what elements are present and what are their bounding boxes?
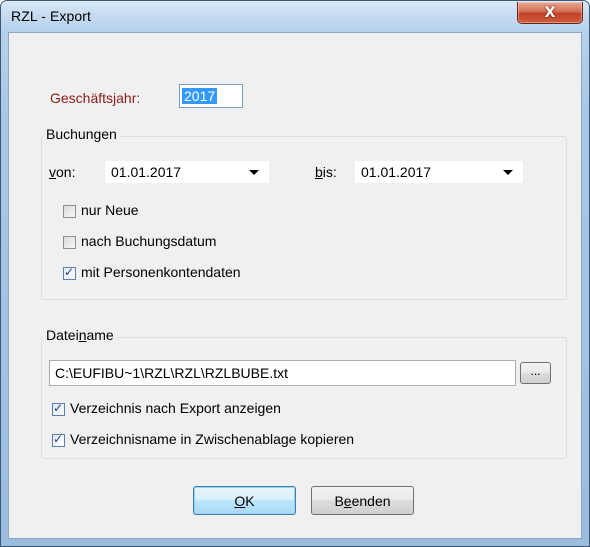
checkmark-icon: ✓ (53, 401, 64, 415)
zwischenablage-kopieren-label: Verzeichnisname in Zwischenablage kopier… (70, 431, 355, 447)
window-title: RZL - Export (11, 8, 92, 24)
browse-button-label: ... (530, 364, 541, 378)
close-icon: X (544, 4, 556, 21)
chevron-down-icon (249, 170, 259, 175)
mit-personenkontendaten-checkbox[interactable]: ✓ (63, 265, 76, 280)
nach-buchungsdatum-label: nach Buchungsdatum (81, 233, 217, 249)
bis-date-dropdown[interactable]: 01.01.2017 (354, 160, 524, 184)
ok-button-label: OK (234, 492, 255, 509)
von-date-dropdown[interactable]: 01.01.2017 (104, 160, 270, 184)
geschaeftsjahr-value: 2017 (182, 88, 218, 104)
verzeichnis-anzeigen-checkbox[interactable]: ✓ (52, 401, 65, 416)
ok-button[interactable]: OK (193, 486, 296, 515)
von-label: von: (49, 164, 76, 180)
verzeichnis-anzeigen-label: Verzeichnis nach Export anzeigen (70, 400, 281, 416)
von-date-value: 01.01.2017 (111, 164, 182, 180)
zwischenablage-kopieren-checkbox[interactable]: ✓ (52, 432, 65, 447)
checkmark-icon: ✓ (53, 432, 64, 446)
buchungen-legend: Buchungen (43, 126, 120, 142)
geschaeftsjahr-input[interactable]: 2017 (179, 84, 243, 108)
title-bar[interactable]: RZL - Export X (1, 1, 589, 32)
mit-personenkontendaten-label: mit Personenkontendaten (81, 264, 241, 280)
close-button[interactable]: X (517, 2, 583, 24)
beenden-button-label: Beenden (334, 492, 391, 509)
dateiname-path: C:\EUFIBU~1\RZL\RZL\RZLBUBE.txt (55, 365, 288, 381)
nach-buchungsdatum-checkbox[interactable] (63, 236, 76, 249)
dateiname-legend: Dateiname (43, 327, 117, 343)
dateiname-input[interactable]: C:\EUFIBU~1\RZL\RZL\RZLBUBE.txt (49, 360, 516, 386)
checkmark-icon: ✓ (64, 265, 75, 279)
beenden-button[interactable]: Beenden (311, 486, 414, 515)
chevron-down-icon (503, 170, 513, 175)
bis-date-value: 01.01.2017 (361, 164, 432, 180)
bis-label: bis: (315, 164, 337, 180)
nur-neue-label: nur Neue (81, 202, 139, 218)
browse-button[interactable]: ... (520, 362, 551, 384)
geschaeftsjahr-label: Geschäftsjahr: (50, 90, 141, 106)
nur-neue-checkbox[interactable] (63, 205, 76, 218)
